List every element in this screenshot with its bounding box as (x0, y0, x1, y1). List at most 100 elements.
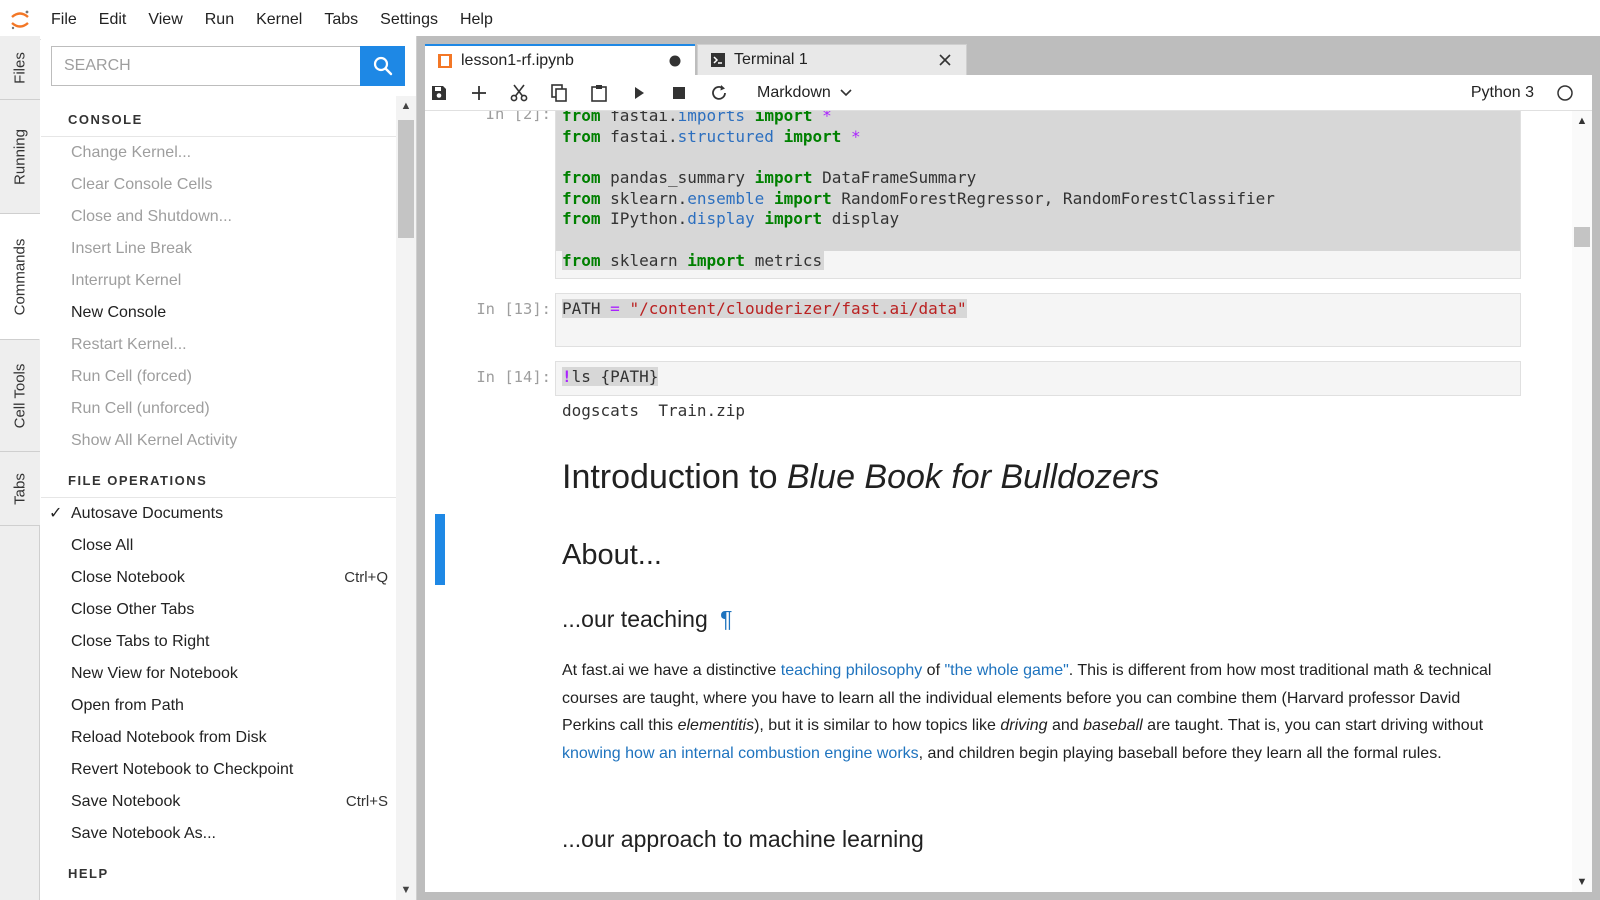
cmd-close-tabs-to-right[interactable]: Close Tabs to Right (41, 626, 396, 658)
scrollbar-thumb[interactable] (398, 120, 414, 238)
cmd-close-other-tabs[interactable]: Close Other Tabs (41, 594, 396, 626)
cmd-close-all[interactable]: Close All (41, 530, 396, 562)
search-icon (373, 56, 392, 76)
cmd-close-notebook[interactable]: Close Notebook Ctrl+Q (41, 562, 396, 594)
markdown-h3-approach: ...our approach to machine learning (562, 826, 924, 852)
command-list: CONSOLE Change Kernel... Clear Console C… (41, 96, 396, 900)
cmd-close-and-shutdown[interactable]: Close and Shutdown... (41, 201, 396, 233)
command-list-scrollbar[interactable]: ▲ ▼ (396, 96, 416, 900)
stop-icon (673, 86, 685, 99)
restart-button[interactable] (699, 75, 739, 111)
copy-button[interactable] (539, 75, 579, 111)
cmd-interrupt-kernel[interactable]: Interrupt Kernel (41, 265, 396, 297)
search-input[interactable] (51, 46, 361, 86)
section-file-operations-header: FILE OPERATIONS (41, 465, 396, 498)
cmd-insert-line-break[interactable]: Insert Line Break (41, 233, 396, 265)
cmd-run-cell-unforced[interactable]: Run Cell (unforced) (41, 393, 396, 425)
insert-cell-button[interactable] (459, 75, 499, 111)
cmd-run-cell-forced[interactable]: Run Cell (forced) (41, 361, 396, 393)
scroll-down-icon[interactable]: ▼ (396, 884, 416, 896)
cut-button[interactable] (499, 75, 539, 111)
cmd-save-notebook-as[interactable]: Save Notebook As... (41, 818, 396, 850)
close-icon[interactable] (938, 53, 952, 67)
anchor-link-icon[interactable]: ¶ (720, 606, 732, 632)
search-button[interactable] (360, 46, 405, 86)
interrupt-button[interactable] (659, 75, 699, 111)
scrollbar-thumb[interactable] (1574, 227, 1590, 247)
cmd-new-console[interactable]: New Console (41, 297, 396, 329)
menu-file[interactable]: File (40, 0, 88, 40)
tab-commands-label: Commands (11, 238, 28, 315)
run-button[interactable] (619, 75, 659, 111)
cmd-restart-kernel[interactable]: Restart Kernel... (41, 329, 396, 361)
terminal-icon (711, 53, 725, 67)
markdown-h3-teaching: ...our teaching ¶ (562, 606, 733, 632)
notebook-scrollbar[interactable]: ▲ ▼ (1572, 111, 1592, 892)
cmd-new-view-for-notebook[interactable]: New View for Notebook (41, 658, 396, 690)
code-cell-imports[interactable]: from fastai.imports import * from fastai… (555, 111, 1521, 279)
menu-settings[interactable]: Settings (369, 0, 449, 40)
save-button[interactable] (425, 75, 459, 111)
tab-files-label: Files (11, 51, 29, 84)
tab-cell-tools[interactable]: Cell Tools (0, 340, 40, 452)
save-icon (432, 85, 446, 100)
refresh-icon (712, 84, 726, 100)
paste-button[interactable] (579, 75, 619, 111)
code-line: from IPython.display import display (562, 209, 900, 229)
unsaved-dot-icon[interactable] (669, 55, 681, 67)
menu-view[interactable]: View (137, 0, 193, 40)
scroll-down-icon[interactable]: ▼ (1572, 876, 1592, 888)
cmd-open-from-path[interactable]: Open from Path (41, 690, 396, 722)
add-icon (472, 85, 486, 100)
cmd-reload-notebook[interactable]: Reload Notebook from Disk (41, 722, 396, 754)
menu-tabs[interactable]: Tabs (313, 0, 369, 40)
menu-bar: File Edit View Run Kernel Tabs Settings … (0, 0, 1600, 40)
cmd-clear-console-cells[interactable]: Clear Console Cells (41, 169, 396, 201)
code-line: from fastai.structured import * (562, 126, 861, 146)
cmd-change-kernel[interactable]: Change Kernel... (41, 137, 396, 169)
code-cell-path[interactable]: PATH = "/content/clouderizer/fast.ai/dat… (555, 293, 1521, 347)
code-cell-ls[interactable]: !ls {PATH} (555, 361, 1521, 396)
tab-tabs[interactable]: Tabs (0, 452, 40, 526)
tab-running[interactable]: Running (0, 100, 40, 214)
markdown-h2: About... (562, 539, 662, 571)
tab-notebook[interactable]: lesson1-rf.ipynb (425, 44, 695, 75)
code-line: from sklearn import metrics (562, 250, 825, 270)
link-whole-game[interactable]: "the whole game" (944, 662, 1068, 679)
cell-type-dropdown[interactable]: Markdown (757, 84, 852, 102)
menu-edit[interactable]: Edit (88, 0, 138, 40)
scroll-up-icon[interactable]: ▲ (1572, 115, 1592, 127)
paste-icon (591, 84, 607, 102)
code-line: from pandas_summary import DataFrameSumm… (562, 168, 977, 188)
scroll-up-icon[interactable]: ▲ (396, 100, 416, 112)
kernel-name[interactable]: Python 3 (1471, 75, 1534, 111)
cmd-save-notebook[interactable]: Save Notebook Ctrl+S (41, 786, 396, 818)
tab-terminal[interactable]: Terminal 1 (697, 44, 967, 75)
checkmark-icon: ✓ (49, 505, 63, 522)
cmd-autosave-documents[interactable]: ✓ Autosave Documents (41, 498, 396, 530)
menu-run[interactable]: Run (194, 0, 245, 40)
play-icon (635, 86, 644, 99)
document-tab-bar: lesson1-rf.ipynb Terminal 1 (425, 44, 967, 75)
link-combustion-engine[interactable]: knowing how an internal combustion engin… (562, 745, 919, 762)
shortcut-save-notebook: Ctrl+S (345, 793, 388, 810)
cmd-show-kernel-activity[interactable]: Show All Kernel Activity (41, 425, 396, 457)
tab-cell-tools-label: Cell Tools (11, 363, 29, 428)
cmd-revert-notebook[interactable]: Revert Notebook to Checkpoint (41, 754, 396, 786)
code-line: from fastai.imports import * (562, 111, 832, 125)
shortcut-close-notebook: Ctrl+Q (344, 569, 388, 586)
menu-kernel[interactable]: Kernel (245, 0, 313, 40)
notebook-panel: Markdown Python 3 In [2]: from fastai.im… (425, 75, 1592, 892)
link-teaching-philosophy[interactable]: teaching philosophy (781, 662, 922, 679)
menu-help[interactable]: Help (449, 0, 504, 40)
cell-prompt: In [13]: (476, 300, 551, 318)
section-help-header: HELP (68, 866, 109, 881)
cell-prompt: In [14]: (476, 368, 551, 386)
tab-notebook-title: lesson1-rf.ipynb (461, 51, 574, 69)
tab-files[interactable]: Files (0, 36, 40, 100)
kernel-idle-icon (1557, 85, 1573, 101)
tab-commands[interactable]: Commands (0, 214, 40, 340)
cmd-save-notebook-label: Save Notebook (71, 793, 181, 810)
